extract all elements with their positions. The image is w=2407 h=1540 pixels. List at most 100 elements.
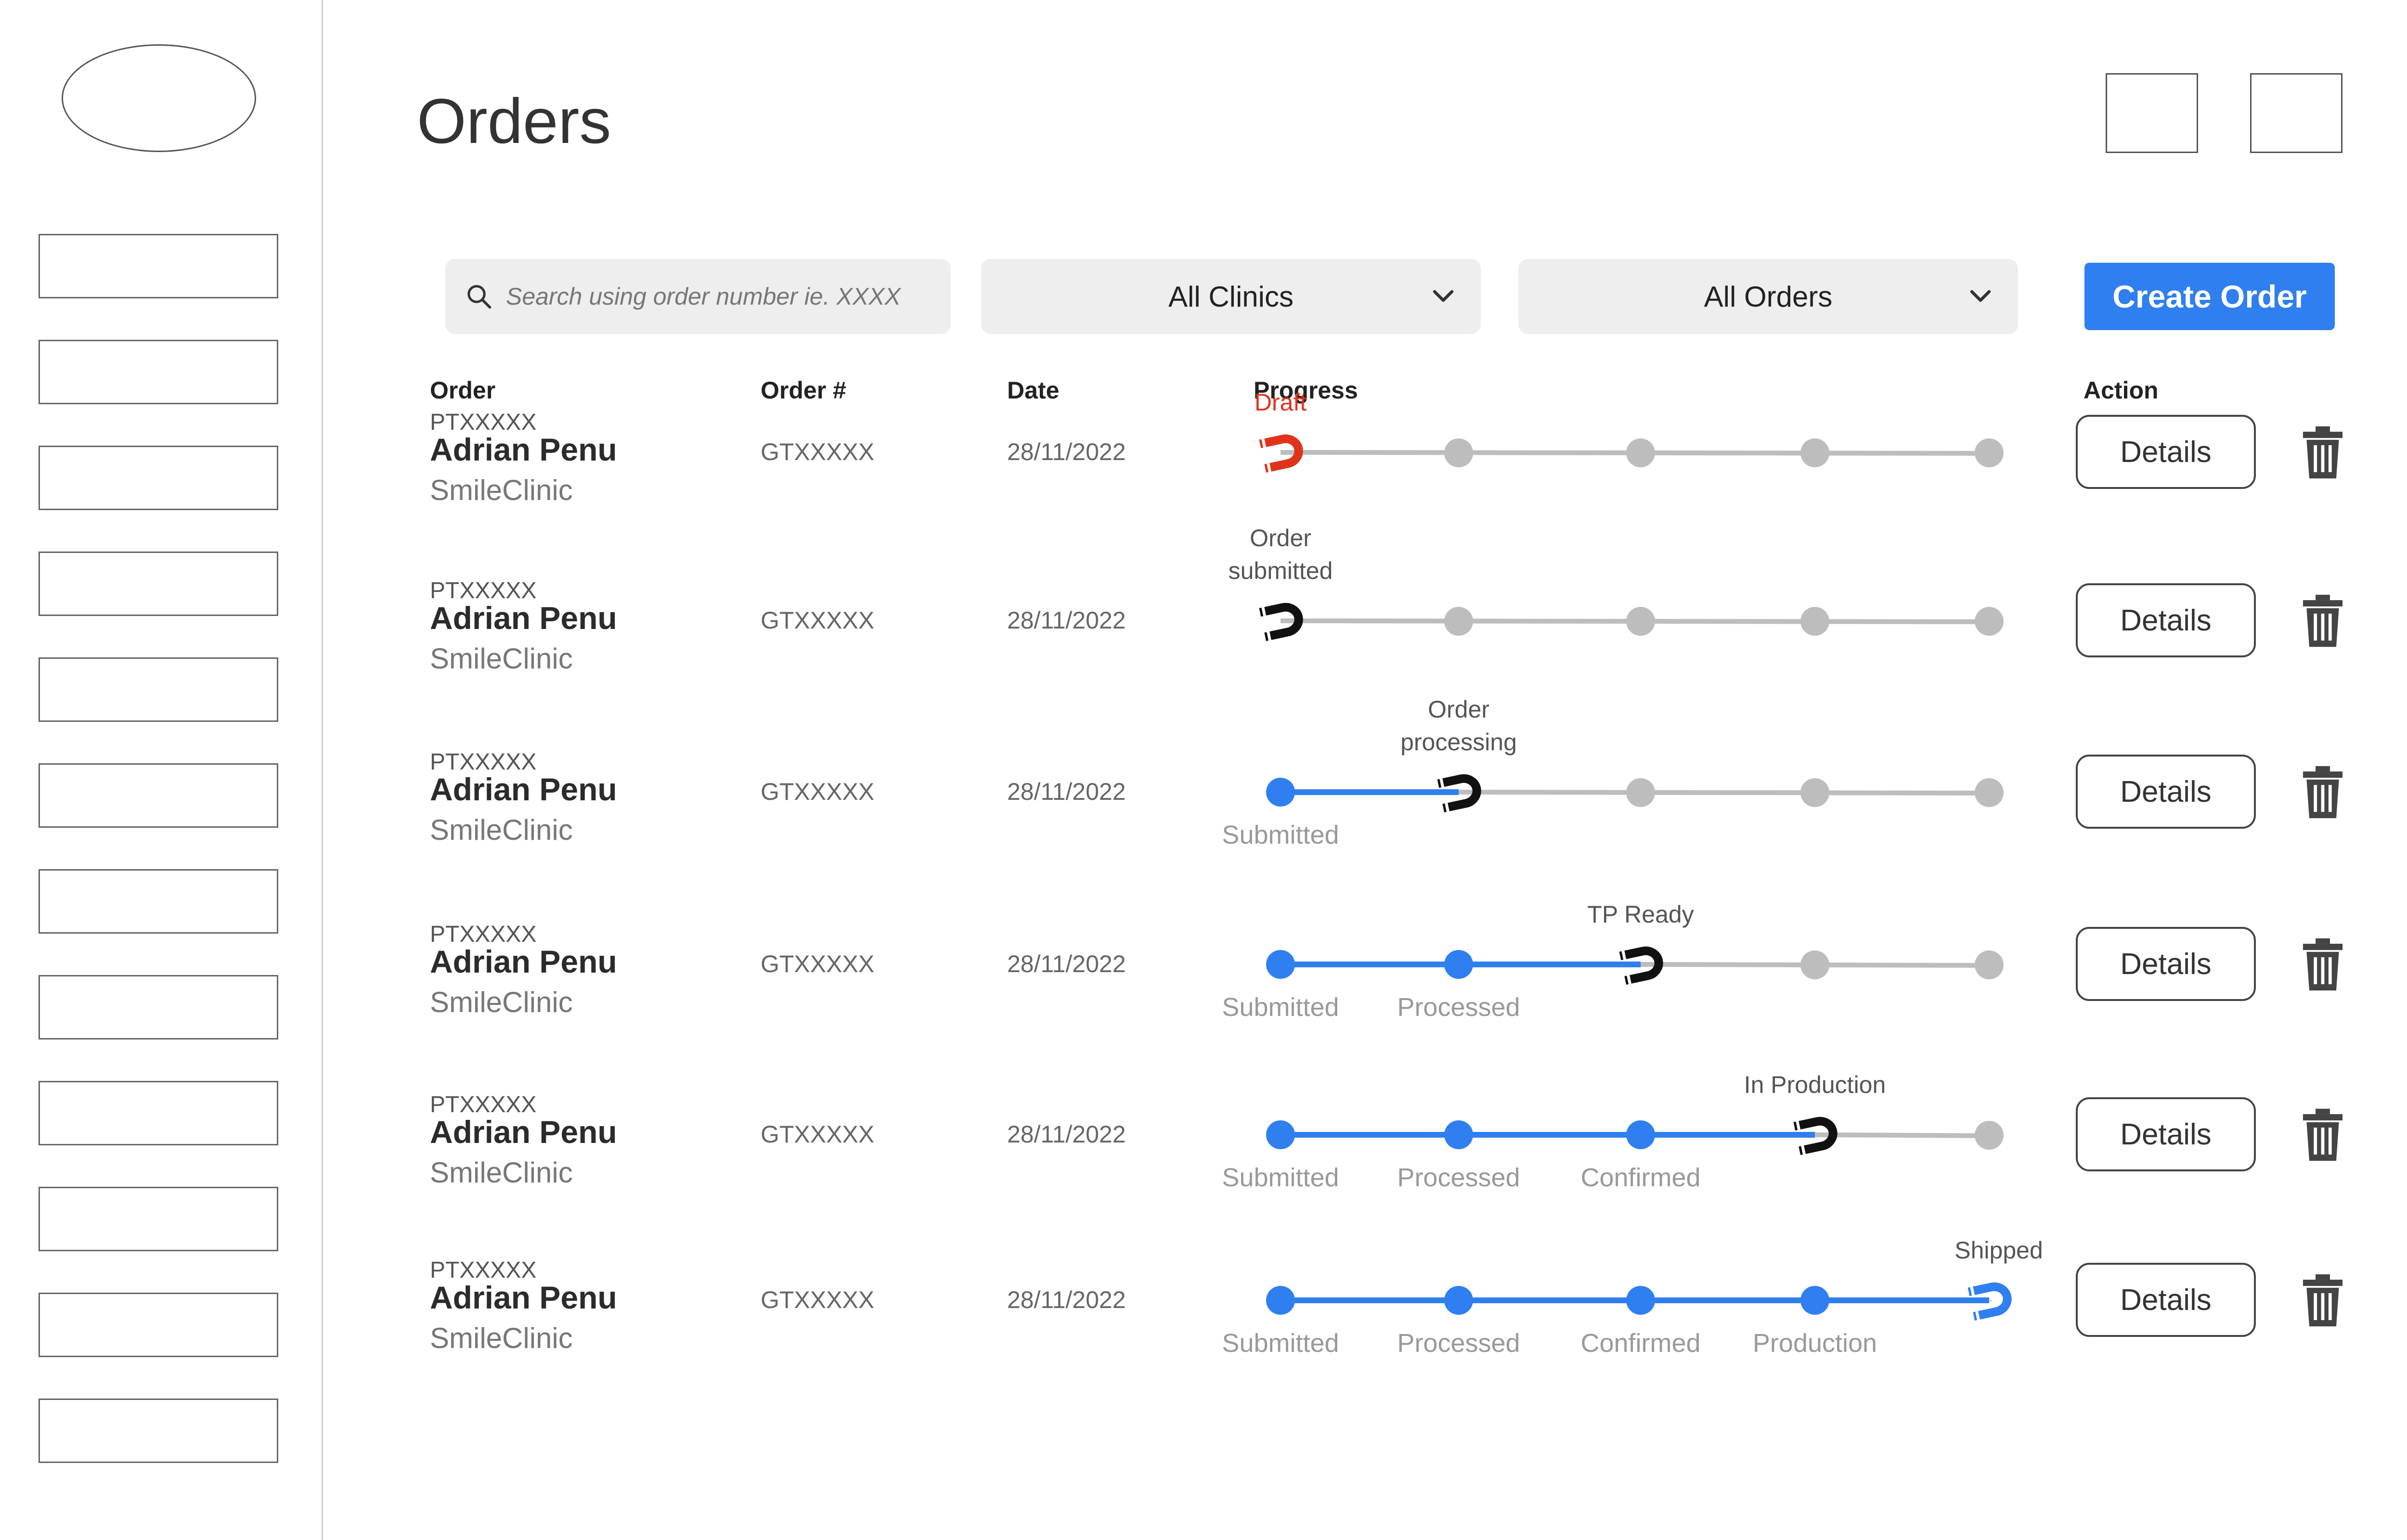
current-stage-label: Shipped [1954, 1237, 2043, 1264]
trash-icon[interactable] [2301, 765, 2344, 819]
sidebar-item-9[interactable] [39, 1081, 278, 1145]
progress-pending-dot [1444, 438, 1473, 467]
completed-stage-label: Processed [1397, 993, 1520, 1022]
patient-name: Adrian Penu [430, 600, 617, 636]
sidebar-item-1[interactable] [39, 234, 278, 298]
progress-pending-dot [1975, 438, 2004, 467]
search-input[interactable]: Search using order number ie. XXXX [445, 259, 951, 334]
details-button[interactable]: Details [2076, 583, 2256, 657]
sidebar [0, 0, 323, 1540]
progress-pending-dot [1626, 607, 1655, 636]
create-order-button[interactable]: Create Order [2084, 263, 2335, 330]
order-date: 28/11/2022 [1007, 778, 1126, 805]
current-stage-label: Draft [1254, 389, 1307, 416]
details-button[interactable]: Details [2076, 415, 2256, 489]
trash-icon[interactable] [2301, 1108, 2344, 1162]
order-number: GTXXXXX [761, 1286, 875, 1313]
completed-stage-label: Processed [1397, 1163, 1520, 1192]
completed-stage-label: Processed [1397, 1329, 1520, 1358]
page-title: Orders [417, 86, 611, 156]
progress-track [1266, 774, 2004, 813]
completed-stage-label: Submitted [1222, 993, 1339, 1022]
progress-done-dot [1266, 1286, 1295, 1315]
clinic-name: SmileClinic [430, 814, 573, 846]
chevron-down-icon [1970, 290, 1991, 302]
progress-pending-dot [1444, 607, 1473, 636]
completed-stage-label: Production [1752, 1329, 1877, 1358]
order-date: 28/11/2022 [1007, 607, 1126, 634]
progress-pending-dot [1975, 1121, 2004, 1150]
sidebar-item-4[interactable] [39, 552, 278, 616]
sidebar-item-3[interactable] [39, 446, 278, 510]
current-stage-label: TP Ready [1587, 901, 1694, 928]
progress-pending-dot [1975, 778, 2004, 807]
progress-pending-line [1814, 1132, 1990, 1138]
clinics-select-value: All Clinics [1168, 280, 1294, 313]
current-stage-label: Order submitted [1228, 525, 1333, 584]
sidebar-item-11[interactable] [39, 1293, 278, 1357]
progress-track [1266, 1282, 2012, 1321]
sidebar-item-8[interactable] [39, 975, 278, 1040]
progress-pending-dot [1800, 438, 1829, 467]
column-header-date: Date [1007, 377, 1060, 404]
details-button[interactable]: Details [2076, 1263, 2256, 1337]
order-number: GTXXXXX [761, 778, 875, 805]
order-number: GTXXXXX [761, 950, 875, 977]
trash-icon[interactable] [2301, 594, 2344, 648]
clinic-name: SmileClinic [430, 1322, 573, 1354]
progress-pending-dot [1800, 778, 1829, 807]
progress-pending-dot [1975, 950, 2004, 979]
progress-pending-line [1458, 790, 1990, 796]
sidebar-item-2[interactable] [39, 340, 278, 404]
sidebar-item-5[interactable] [39, 657, 278, 722]
trash-icon[interactable] [2301, 425, 2344, 479]
progress-done-dot [1444, 950, 1473, 979]
clinic-name: SmileClinic [430, 474, 573, 506]
order-date: 28/11/2022 [1007, 950, 1126, 977]
completed-stage-label: Confirmed [1580, 1329, 1701, 1358]
progress-pending-dot [1626, 438, 1655, 467]
orders-select[interactable]: All Orders [1518, 259, 2018, 334]
progress-done-dot [1626, 1286, 1655, 1315]
current-stage-label: Order processing [1400, 696, 1517, 756]
logo-placeholder[interactable] [62, 44, 256, 152]
progress-done-dot [1444, 1120, 1473, 1149]
progress-pending-dot [1800, 607, 1829, 636]
sidebar-item-7[interactable] [39, 869, 278, 934]
progress-done-dot [1800, 1286, 1829, 1315]
clinic-name: SmileClinic [430, 1156, 573, 1189]
order-date: 28/11/2022 [1007, 438, 1126, 465]
sidebar-item-6[interactable] [39, 763, 278, 828]
details-button[interactable]: Details [2076, 927, 2256, 1001]
column-header-action: Action [2083, 377, 2159, 404]
header-action-box-2[interactable] [2250, 73, 2342, 153]
patient-name: Adrian Penu [430, 1114, 617, 1150]
completed-stage-label: Confirmed [1580, 1163, 1701, 1192]
progress-done-dot [1626, 1120, 1655, 1149]
order-date: 28/11/2022 [1007, 1286, 1126, 1313]
sidebar-item-10[interactable] [39, 1187, 278, 1251]
trash-icon[interactable] [2301, 937, 2344, 991]
progress-done-dot [1266, 950, 1295, 979]
order-number: GTXXXXX [761, 607, 875, 634]
order-date: 28/11/2022 [1007, 1121, 1126, 1148]
patient-name: Adrian Penu [430, 432, 617, 467]
search-icon [467, 285, 492, 309]
progress-pending-dot [1626, 778, 1655, 807]
patient-name: Adrian Penu [430, 1280, 617, 1315]
trash-icon[interactable] [2301, 1273, 2344, 1327]
column-header-order: Order [430, 377, 496, 404]
details-button[interactable]: Details [2076, 755, 2256, 829]
progress-done-dot [1266, 1120, 1295, 1149]
progress-done-dot [1444, 1286, 1473, 1315]
clinics-select[interactable]: All Clinics [981, 259, 1481, 334]
header-action-box-1[interactable] [2106, 73, 2198, 153]
progress-pending-dot [1975, 607, 2004, 636]
search-placeholder: Search using order number ie. XXXX [506, 283, 901, 310]
completed-stage-label: Submitted [1222, 1163, 1339, 1192]
details-button[interactable]: Details [2076, 1097, 2256, 1171]
sidebar-item-12[interactable] [39, 1399, 278, 1463]
order-number: GTXXXXX [761, 1121, 875, 1148]
clinic-name: SmileClinic [430, 986, 573, 1018]
chevron-down-icon [1433, 290, 1454, 302]
